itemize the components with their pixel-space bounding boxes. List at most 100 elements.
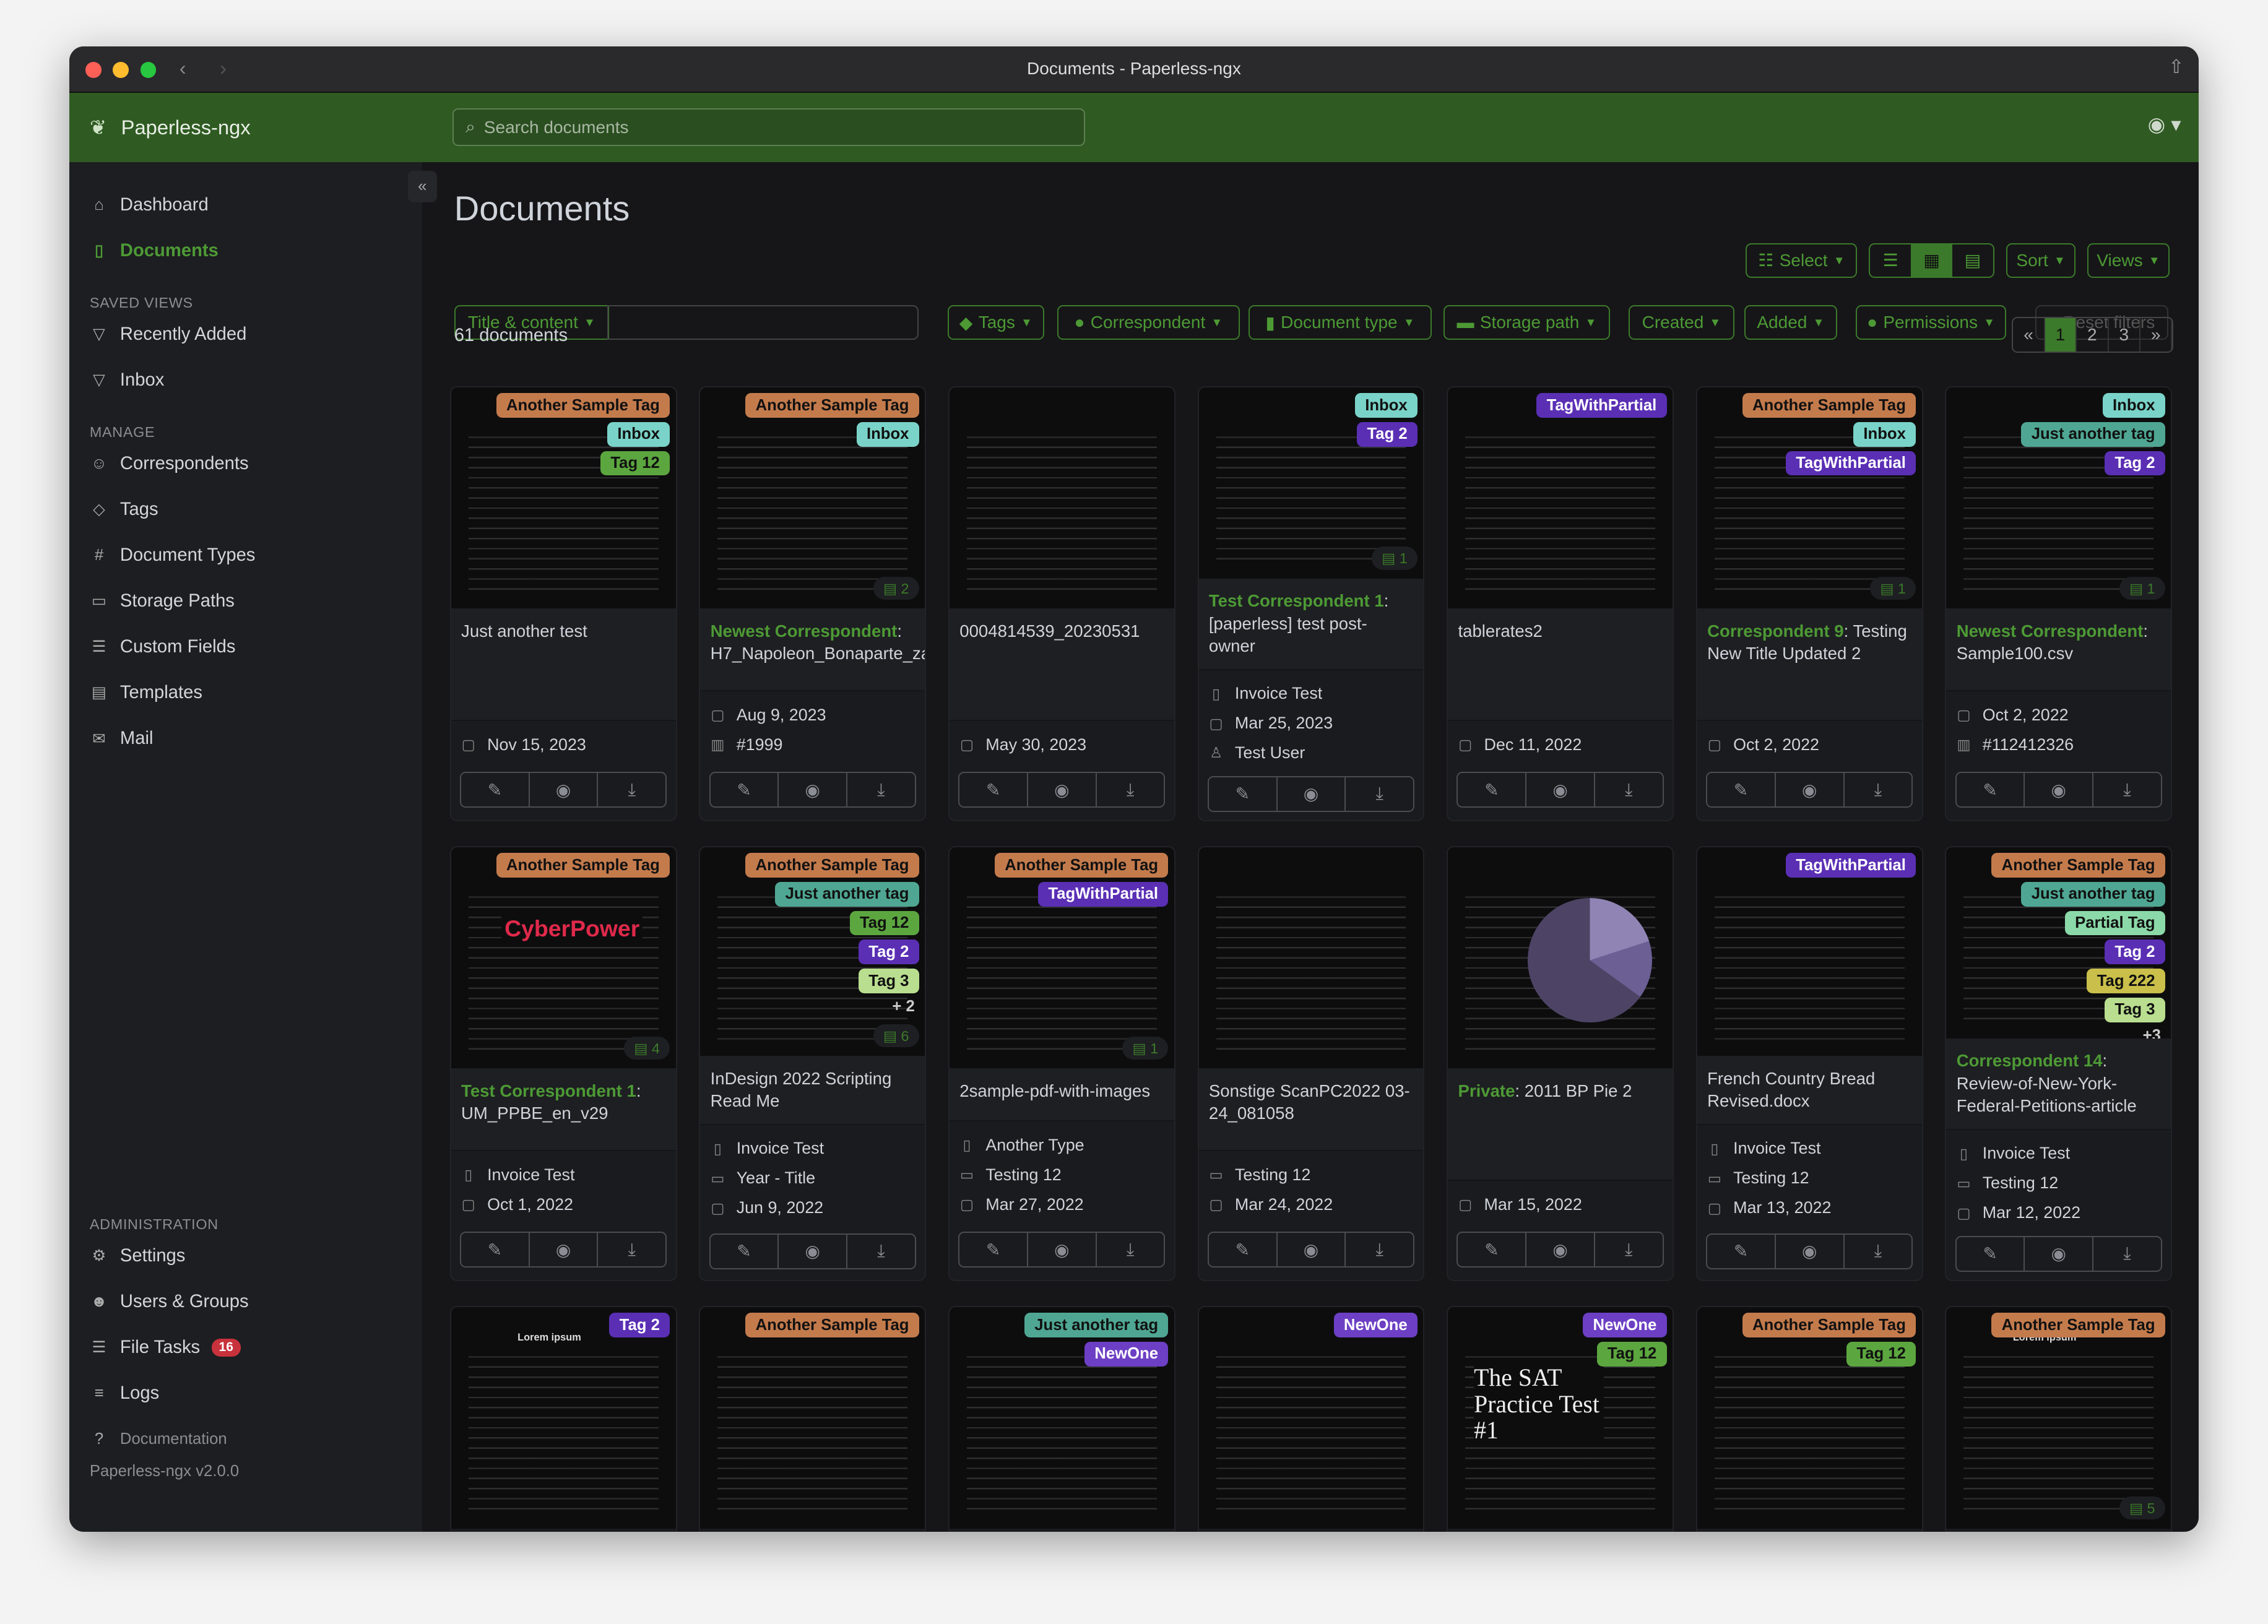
sidebar-item-tags[interactable]: ◇ Tags [69,486,422,532]
tag-badge-another-sample-tag[interactable]: Another Sample Tag [745,1313,919,1338]
document-thumbnail[interactable]: Another Sample Tag Inbox Tag 12 [451,387,676,609]
sidebar-item-custom-fields[interactable]: ☰ Custom Fields [69,624,422,670]
tag-badge-another-sample-tag[interactable]: Another Sample Tag [745,853,919,878]
sidebar-item-dashboard[interactable]: ⌂ Dashboard [69,182,422,228]
notes-count-badge[interactable]: ▤ 1 [1870,577,1916,600]
notes-count-badge[interactable]: ▤ 6 [873,1024,919,1048]
preview-button[interactable]: ◉ [530,772,599,807]
tag-badge-tag-2[interactable]: Tag 2 [858,939,919,965]
edit-button[interactable]: ✎ [959,1233,1028,1267]
document-thumbnail[interactable]: Another Sample Tag [700,1307,925,1529]
page-next[interactable]: » [2140,317,2173,352]
download-button[interactable]: ⤓ [1097,773,1164,806]
edit-button[interactable]: ✎ [711,772,779,807]
tag-badge-tagwithpartial[interactable]: TagWithPartial [1536,393,1667,418]
tag-badge-inbox[interactable]: Inbox [1354,393,1418,418]
page-prev[interactable]: « [2013,317,2045,352]
tag-badge-another-sample-tag[interactable]: Another Sample Tag [1742,393,1916,418]
table-view-icon[interactable]: ▤ [1952,250,1993,270]
tag-badge-newone[interactable]: NewOne [1084,1342,1169,1367]
sidebar-item-documents[interactable]: ▯ Documents [69,228,422,274]
tag-badge-tag-3[interactable]: Tag 3 [858,969,919,993]
document-thumbnail[interactable]: NewOne [1198,1307,1424,1529]
tag-badge-newone[interactable]: NewOne [1583,1313,1667,1338]
sort-button[interactable]: Sort ▼ [2006,243,2076,278]
tag-badge-tagwithpartial[interactable]: TagWithPartial [1785,853,1916,878]
sidebar-item-mail[interactable]: ✉ Mail [69,716,422,762]
document-thumbnail[interactable]: CyberPower Another Sample Tag ▤ 4 [451,847,676,1069]
download-button[interactable]: ⤓ [598,1233,665,1266]
correspondent-link[interactable]: Correspondent 9 [1707,621,1844,641]
tag-badge-inbox[interactable]: Inbox [607,421,670,447]
document-thumbnail[interactable]: Just another tag NewOne [949,1307,1174,1529]
correspondent-link[interactable]: Newest Correspondent [711,621,898,641]
tag-badge-tag-3[interactable]: Tag 3 [2104,997,2165,1022]
download-button[interactable]: ⤓ [1845,773,1912,806]
tag-badge-inbox[interactable]: Inbox [2102,393,2165,418]
close-window-button[interactable] [85,62,102,79]
page-3[interactable]: 3 [2109,317,2140,352]
document-thumbnail[interactable]: TagWithPartial [1697,847,1922,1056]
tag-badge-partial-tag[interactable]: Partial Tag [2064,910,2165,936]
maximize-window-button[interactable] [140,62,157,79]
tag-badge-tag-2[interactable]: Tag 2 [609,1313,670,1338]
sidebar-item-settings[interactable]: ⚙ Settings [69,1233,422,1279]
back-icon[interactable]: ‹ [180,56,186,80]
document-type-filter[interactable]: ▮ Document type ▼ [1248,305,1432,340]
sidebar-item-file-tasks[interactable]: ☰ File Tasks 16 [69,1324,422,1370]
tag-badge-another-sample-tag[interactable]: Another Sample Tag [745,393,919,418]
document-thumbnail[interactable]: Another Sample Tag Inbox TagWithPartial ▤ 1 [1697,387,1922,609]
documentation-link[interactable]: ? Documentation [69,1417,422,1462]
tag-badge-tag-12[interactable]: Tag 12 [1846,1342,1916,1367]
document-thumbnail[interactable]: Another Sample Tag TagWithPartial ▤ 1 [949,847,1174,1069]
tag-badge-another-sample-tag[interactable]: Another Sample Tag [496,853,670,878]
edit-button[interactable]: ✎ [1209,777,1278,811]
search-input[interactable]: ⌕ Search documents [452,108,1085,146]
download-button[interactable]: ⤓ [598,773,665,806]
preview-button[interactable]: ◉ [530,1233,599,1267]
download-button[interactable]: ⤓ [1346,1233,1413,1266]
edit-button[interactable]: ✎ [1957,1237,2025,1271]
grid-view-icon[interactable]: ▦ [1911,244,1952,277]
sidebar-item-logs[interactable]: ≡ Logs [69,1371,422,1417]
download-button[interactable]: ⤓ [1346,777,1413,811]
tag-badge-newone[interactable]: NewOne [1333,1313,1418,1338]
correspondent-link[interactable]: Correspondent 14 [1957,1051,2103,1070]
preview-button[interactable]: ◉ [1278,777,1346,811]
preview-button[interactable]: ◉ [1776,1234,1845,1269]
tag-badge-tagwithpartial[interactable]: TagWithPartial [1785,451,1916,476]
minimize-window-button[interactable] [113,62,129,79]
brand-name[interactable]: Paperless-ngx [121,116,251,139]
edit-button[interactable]: ✎ [1707,1234,1776,1269]
preview-button[interactable]: ◉ [2025,772,2094,807]
sidebar-item-document-types[interactable]: # Document Types [69,532,422,578]
page-2[interactable]: 2 [2077,317,2109,352]
tag-badge-tag-12[interactable]: Tag 12 [600,451,670,476]
edit-button[interactable]: ✎ [959,772,1028,807]
tag-badge-just-another-tag[interactable]: Just another tag [2021,882,2165,907]
sidebar-item-storage-paths[interactable]: ▭ Storage Paths [69,578,422,624]
preview-button[interactable]: ◉ [1526,1233,1595,1267]
tag-badge-another-sample-tag[interactable]: Another Sample Tag [1991,853,2165,878]
notes-count-badge[interactable]: ▤ 2 [873,577,919,600]
tag-badge-tagwithpartial[interactable]: TagWithPartial [1038,882,1169,907]
edit-button[interactable]: ✎ [1458,772,1527,807]
edit-button[interactable]: ✎ [1707,772,1776,807]
tag-badge-just-another-tag[interactable]: Just another tag [775,882,919,907]
tag-badge-inbox[interactable]: Inbox [856,421,919,447]
download-button[interactable]: ⤓ [847,1235,915,1268]
preview-button[interactable]: ◉ [779,1234,848,1269]
download-button[interactable]: ⤓ [1097,1233,1164,1266]
correspondent-link[interactable]: Newest Correspondent [1957,621,2144,641]
document-thumbnail[interactable] [1198,847,1424,1069]
download-button[interactable]: ⤓ [1595,773,1663,806]
views-button[interactable]: Views ▼ [2087,243,2170,278]
storage-path-filter[interactable]: ▬ Storage path ▼ [1443,305,1610,340]
permissions-filter[interactable]: ● Permissions ▼ [1855,305,2006,340]
preview-button[interactable]: ◉ [1278,1233,1346,1267]
correspondent-filter[interactable]: ● Correspondent ▼ [1057,305,1240,340]
tag-badge-tag-222[interactable]: Tag 222 [2087,969,2165,993]
page-1[interactable]: 1 [2045,317,2077,352]
select-button[interactable]: ☷ Select ▼ [1746,243,1858,278]
document-thumbnail[interactable] [949,387,1174,609]
